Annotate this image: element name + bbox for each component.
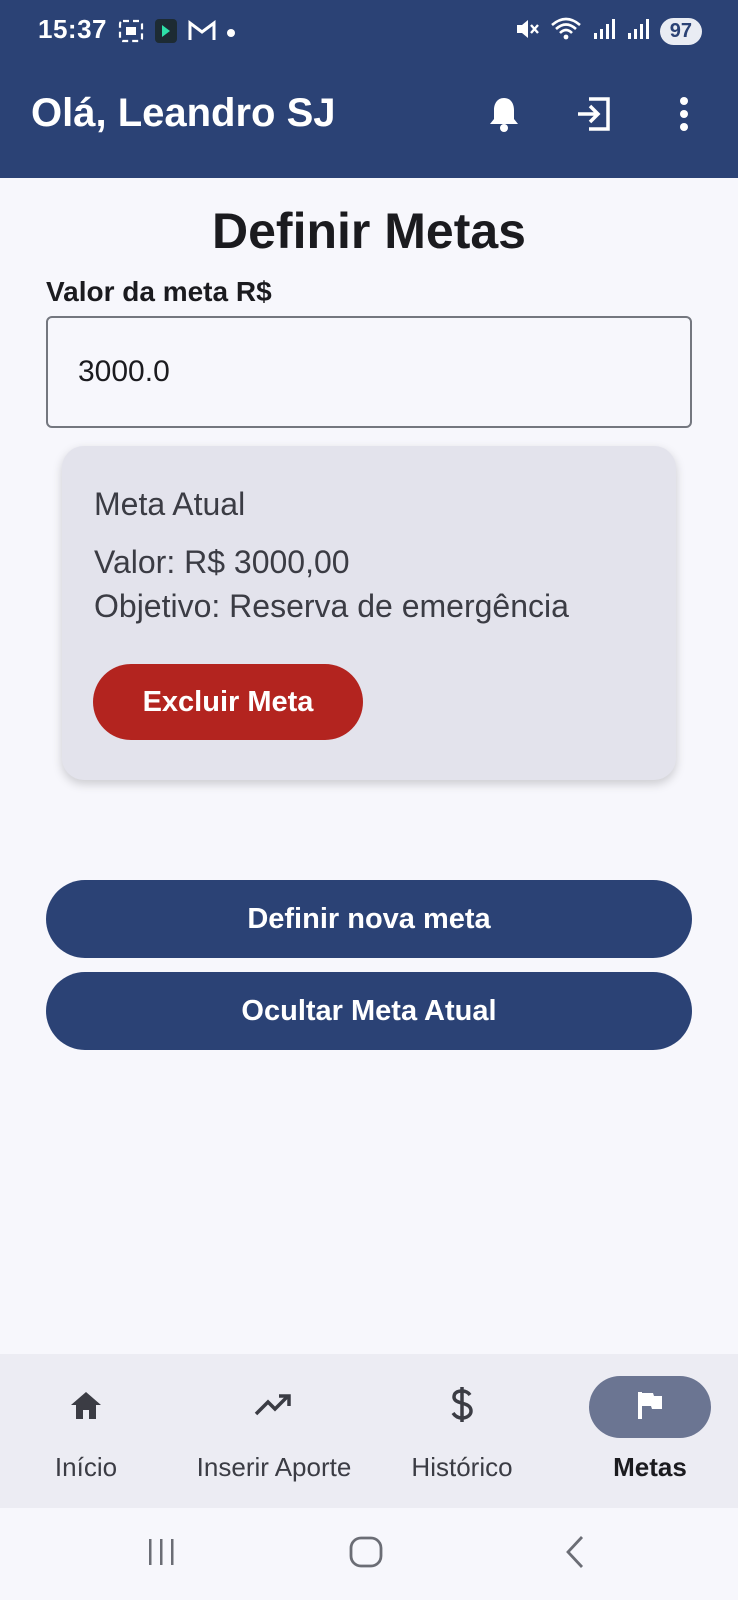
nav-icon-container <box>213 1376 335 1438</box>
app-title: Olá, Leandro SJ <box>31 91 336 135</box>
nav-icon-container-active <box>589 1376 711 1438</box>
more-options-button[interactable] <box>656 88 712 144</box>
app-icon <box>154 18 178 49</box>
more-vert-icon <box>678 96 690 137</box>
mute-icon <box>514 16 540 47</box>
recents-icon <box>146 1537 176 1572</box>
status-notification-icons <box>118 18 236 49</box>
bell-icon <box>487 95 521 138</box>
nav-item-inicio[interactable]: Início <box>25 1354 147 1508</box>
nav-label: Inserir Aporte <box>196 1452 352 1482</box>
back-icon <box>564 1535 586 1574</box>
status-time: 15:37 <box>38 14 107 44</box>
flag-icon <box>635 1389 665 1426</box>
dot-icon <box>226 25 236 43</box>
signal-icon <box>626 17 650 46</box>
goal-value-label: Valor da meta R$ <box>46 276 272 307</box>
nav-label: Início <box>54 1452 118 1482</box>
logout-icon <box>575 96 613 137</box>
wifi-icon <box>550 16 582 47</box>
nav-icon-container <box>401 1376 523 1438</box>
gmail-icon <box>188 20 216 47</box>
nav-item-inserir-aporte[interactable]: Inserir Aporte <box>174 1354 374 1508</box>
app-bar-actions <box>476 88 712 144</box>
home-circle-icon <box>349 1536 383 1573</box>
home-system-button[interactable] <box>348 1530 384 1578</box>
notifications-button[interactable] <box>476 88 532 144</box>
current-goal-card: Meta Atual Valor: R$ 3000,00 Objetivo: R… <box>62 446 676 780</box>
screenshot-icon <box>118 19 144 48</box>
dollar-icon <box>450 1386 474 1429</box>
nav-label: Histórico <box>411 1452 513 1482</box>
system-navigation-bar <box>0 1508 738 1600</box>
home-icon <box>68 1389 104 1426</box>
nav-item-metas[interactable]: Metas <box>589 1354 711 1508</box>
app-bar: Olá, Leandro SJ <box>0 80 738 152</box>
set-new-goal-button[interactable]: Definir nova meta <box>46 880 692 958</box>
battery-indicator: 97 <box>659 18 702 45</box>
signal-icon <box>592 17 616 46</box>
current-goal-objective: Objetivo: Reserva de emergência <box>94 588 569 624</box>
goal-value-input[interactable]: 3000.0 <box>46 316 692 428</box>
trending-up-icon <box>254 1392 294 1423</box>
bottom-navigation: Início Inserir Aporte Histórico Metas <box>0 1354 738 1508</box>
status-system-icons: 97 <box>514 16 702 47</box>
delete-goal-button[interactable]: Excluir Meta <box>93 664 363 740</box>
status-bar: 15:37 97 <box>0 0 738 66</box>
current-goal-title: Meta Atual <box>94 486 246 522</box>
back-button[interactable] <box>560 1530 590 1578</box>
logout-button[interactable] <box>566 88 622 144</box>
recents-button[interactable] <box>146 1530 176 1578</box>
page-title: Definir Metas <box>212 203 526 259</box>
current-goal-value: Valor: R$ 3000,00 <box>94 544 350 580</box>
hide-current-goal-button[interactable]: Ocultar Meta Atual <box>46 972 692 1050</box>
nav-icon-container <box>25 1376 147 1438</box>
nav-label: Metas <box>613 1452 687 1482</box>
top-app-header: 15:37 97 Olá, Leandro SJ <box>0 0 738 178</box>
nav-item-historico[interactable]: Histórico <box>400 1354 524 1508</box>
